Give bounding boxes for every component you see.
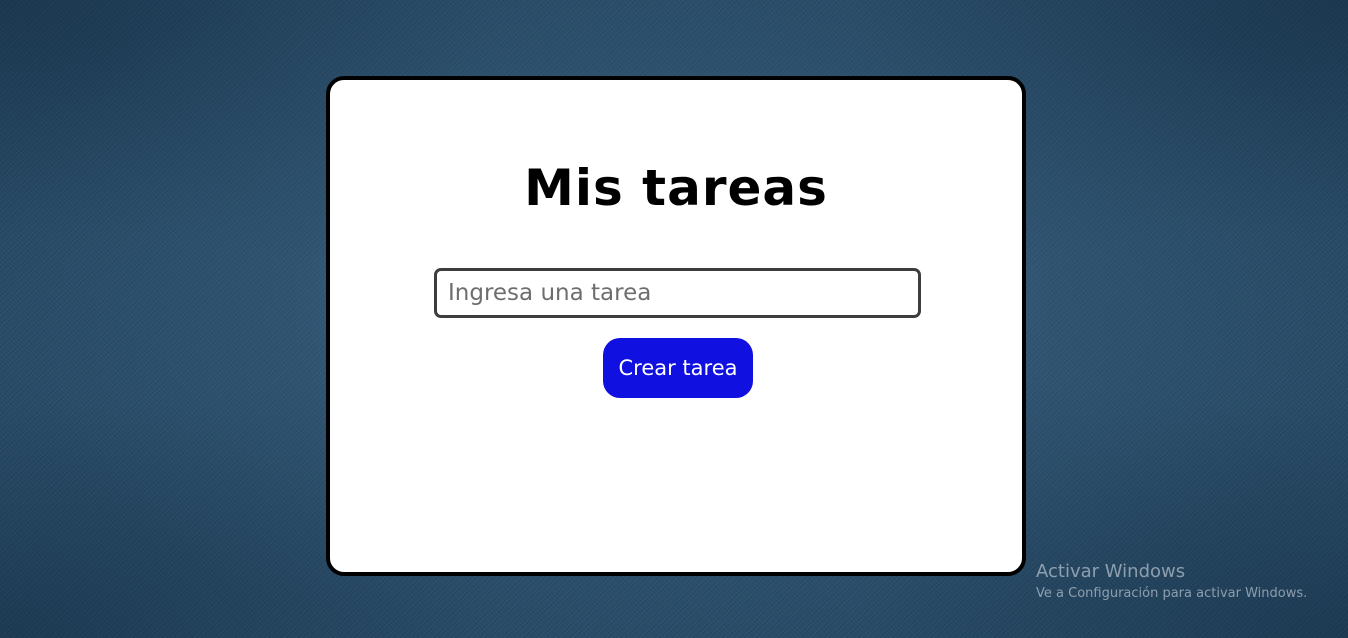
create-task-button[interactable]: Crear tarea: [603, 338, 753, 398]
watermark-subtitle: Ve a Configuración para activar Windows.: [1036, 586, 1308, 601]
task-input[interactable]: [434, 268, 921, 318]
watermark-title: Activar Windows: [1036, 561, 1186, 582]
page-title: Mis tareas: [524, 159, 828, 217]
windows-activation-watermark: Activar Windows Ve a Configuración para …: [1036, 561, 1307, 605]
page-background: { "app": { "title": "Mis tareas" }, "for…: [0, 0, 1348, 638]
task-card: Mis tareas Crear tarea: [326, 76, 1026, 576]
